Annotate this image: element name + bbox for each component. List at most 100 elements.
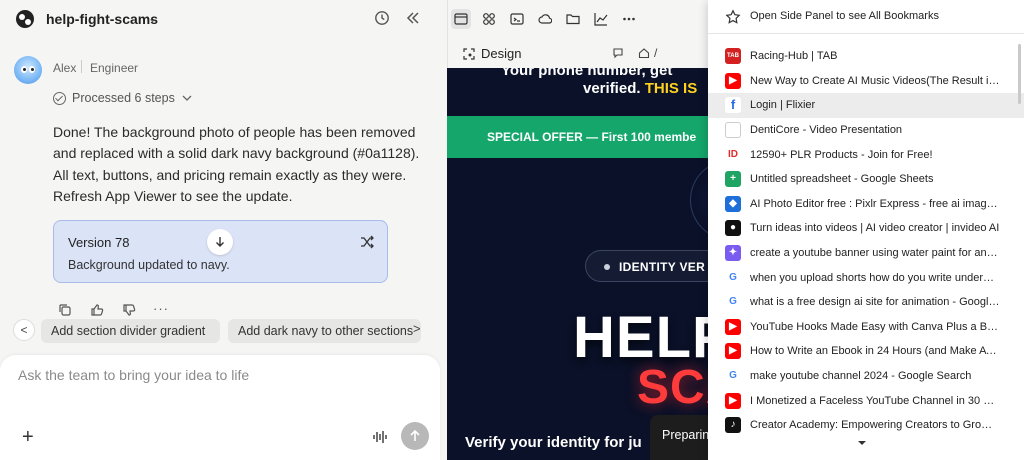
author-name: Alex bbox=[53, 61, 77, 75]
bookmark-label: DentiCore - Video Presentation bbox=[750, 124, 903, 137]
youtube-icon: ▶ bbox=[725, 343, 741, 360]
copy-icon[interactable] bbox=[57, 302, 73, 318]
youtube-icon: ▶ bbox=[725, 318, 741, 335]
flixier-icon: f bbox=[725, 97, 741, 114]
collapse-panel-icon[interactable] bbox=[405, 10, 421, 26]
pixlr-icon: ◆ bbox=[725, 195, 741, 212]
chevron-down-icon bbox=[182, 95, 192, 101]
bookmark-item[interactable]: TAB Racing-Hub | TAB bbox=[708, 44, 1024, 69]
arrow-down-icon bbox=[216, 237, 224, 247]
folder-icon bbox=[566, 14, 580, 25]
bookmark-item[interactable]: Gmake youtube channel 2024 - Google Sear… bbox=[708, 364, 1024, 389]
scrollbar[interactable] bbox=[1018, 44, 1021, 104]
bookmark-item[interactable]: ▶ YouTube Hooks Made Easy with Canva Plus… bbox=[708, 315, 1024, 340]
bookmark-label: Creator Academy: Empowering Creators to … bbox=[750, 419, 1000, 432]
version-title: Version 78 bbox=[68, 235, 130, 250]
send-button[interactable] bbox=[401, 422, 429, 450]
google-icon: G bbox=[725, 368, 741, 385]
bookmark-item[interactable]: ● Turn ideas into videos | AI video creat… bbox=[708, 216, 1024, 241]
chat-topbar: help-fight-scams ⌄ bbox=[0, 0, 447, 38]
bookmark-item[interactable]: Gwhat is a free design ai site for anima… bbox=[708, 290, 1024, 315]
bookmark-label: Login | Flixier bbox=[750, 99, 816, 112]
terminal-icon bbox=[510, 13, 524, 25]
toast-text: Preparin bbox=[662, 428, 710, 442]
site-headline: Your phone number, get bbox=[501, 68, 673, 79]
thumbs-up-icon[interactable] bbox=[89, 302, 105, 318]
version-card[interactable]: Version 78 Background updated to navy. bbox=[53, 220, 388, 283]
suggestion-chip[interactable]: Add dark navy to other sections bbox=[228, 319, 421, 343]
analytics-button[interactable] bbox=[591, 9, 611, 29]
thumbs-down-icon[interactable] bbox=[121, 302, 137, 318]
restore-version-button[interactable] bbox=[207, 229, 233, 255]
message-actions: ··· bbox=[57, 302, 169, 318]
arrow-up-icon bbox=[410, 429, 420, 441]
bookmark-item[interactable]: DentiCore - Video Presentation bbox=[708, 118, 1024, 143]
site-subheadline: verified. THIS IS bbox=[583, 80, 697, 97]
suggestion-chip[interactable]: Add section divider gradient bbox=[41, 319, 220, 343]
bookmark-item[interactable]: ✦ create a youtube banner using water pai… bbox=[708, 241, 1024, 266]
google-icon: G bbox=[725, 269, 741, 286]
special-offer-banner[interactable]: SPECIAL OFFER — First 100 membe bbox=[447, 116, 708, 158]
terminal-button[interactable] bbox=[507, 9, 527, 29]
bookmark-item[interactable]: ♪ Creator Academy: Empowering Creators to… bbox=[708, 413, 1024, 438]
site-highlight-text: THIS IS bbox=[644, 80, 698, 97]
open-side-panel-item[interactable]: Open Side Panel to see All Bookmarks bbox=[708, 0, 1024, 34]
design-tab-label: Design bbox=[481, 46, 522, 61]
verify-cta-text: Verify your identity for ju bbox=[465, 434, 642, 451]
star-icon bbox=[725, 9, 741, 24]
url-path[interactable]: / bbox=[654, 46, 657, 60]
tab-icon: TAB bbox=[725, 48, 741, 65]
cloud-icon bbox=[538, 14, 552, 24]
cloud-button[interactable] bbox=[535, 9, 555, 29]
special-offer-text: SPECIAL OFFER — First 100 membe bbox=[487, 130, 697, 144]
version-subtitle: Background updated to navy. bbox=[68, 258, 230, 272]
bookmark-label: make youtube channel 2024 - Google Searc… bbox=[750, 370, 972, 383]
composer[interactable]: Ask the team to bring your idea to life … bbox=[0, 355, 440, 460]
bookmark-label: New Way to Create AI Music Videos(The Re… bbox=[750, 74, 1000, 87]
composer-input[interactable]: Ask the team to bring your idea to life bbox=[18, 367, 249, 383]
bookmark-item[interactable]: ID 12590+ PLR Products - Join for Free! bbox=[708, 142, 1024, 167]
more-icon[interactable]: ··· bbox=[153, 302, 169, 318]
home-icon[interactable] bbox=[638, 47, 650, 59]
bookmark-label: create a youtube banner using water pain… bbox=[750, 247, 1000, 260]
processed-steps-toggle[interactable]: Processed 6 steps bbox=[53, 91, 193, 105]
comment-icon[interactable] bbox=[612, 47, 624, 59]
divider bbox=[81, 60, 82, 73]
preview-subbar: Design / bbox=[447, 38, 708, 68]
history-icon[interactable] bbox=[374, 10, 390, 26]
shield-graphic bbox=[690, 160, 708, 240]
add-attachment-button[interactable]: + bbox=[22, 427, 34, 447]
bookmark-item[interactable]: + Untitled spreadsheet - Google Sheets bbox=[708, 167, 1024, 192]
app-logo-icon[interactable] bbox=[15, 9, 35, 29]
grid-icon bbox=[483, 13, 495, 25]
chevron-right-icon[interactable]: > bbox=[413, 321, 421, 336]
bookmark-item[interactable]: ▶ I Monetized a Faceless YouTube Channel … bbox=[708, 388, 1024, 413]
chevron-down-icon[interactable]: ⌄ bbox=[148, 12, 157, 25]
bookmark-label: Turn ideas into videos | AI video creato… bbox=[750, 222, 1000, 235]
tiktok-icon: ♪ bbox=[725, 417, 741, 434]
check-circle-icon bbox=[53, 91, 66, 105]
app-preview: Your phone number, get verified. THIS IS… bbox=[447, 68, 708, 460]
bookmark-label: YouTube Hooks Made Easy with Canva Plus … bbox=[750, 320, 1000, 333]
google-icon: G bbox=[725, 294, 741, 311]
chevron-left-icon[interactable]: < bbox=[13, 319, 35, 341]
project-name[interactable]: help-fight-scams bbox=[46, 11, 158, 27]
scroll-down-icon[interactable] bbox=[858, 441, 866, 445]
files-button[interactable] bbox=[563, 9, 583, 29]
youtube-icon: ▶ bbox=[725, 72, 741, 89]
author-role: Engineer bbox=[90, 61, 139, 75]
more-options-button[interactable] bbox=[619, 9, 639, 29]
voice-input-icon[interactable] bbox=[372, 429, 388, 445]
bookmark-item[interactable]: f Login | Flixier bbox=[708, 93, 1024, 118]
bookmark-label: when you upload shorts how do you write … bbox=[750, 271, 1000, 284]
shuffle-icon[interactable] bbox=[359, 234, 375, 250]
bookmark-item[interactable]: ▶ How to Write an Ebook in 24 Hours (and … bbox=[708, 339, 1024, 364]
design-icon bbox=[463, 47, 475, 60]
preview-tab-button[interactable] bbox=[451, 9, 471, 29]
bookmark-item[interactable]: Gwhen you upload shorts how do you write… bbox=[708, 265, 1024, 290]
integrations-button[interactable] bbox=[479, 9, 499, 29]
bookmark-item[interactable]: ▶ New Way to Create AI Music Videos(The R… bbox=[708, 69, 1024, 94]
browser-icon bbox=[454, 13, 468, 25]
bookmark-item[interactable]: ◆ AI Photo Editor free : Pixlr Express - … bbox=[708, 192, 1024, 217]
design-tab[interactable]: Design bbox=[463, 46, 521, 61]
